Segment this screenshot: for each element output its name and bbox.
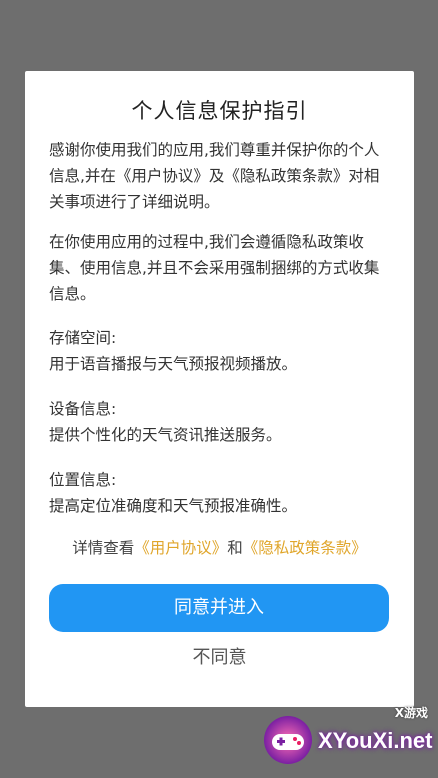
device-label: 设备信息: — [49, 400, 117, 418]
storage-label: 存储空间: — [49, 329, 117, 347]
gamepad-logo-icon — [264, 716, 312, 764]
location-label: 位置信息: — [49, 471, 117, 489]
intro-paragraph: 感谢你使用我们的应用,我们尊重并保护你的个人信息,并在《用户协议》及《隐私政策条… — [49, 141, 380, 211]
device-section: 设备信息: 提供个性化的天气资讯推送服务。 — [49, 396, 392, 448]
links-prefix: 详情查看 — [72, 539, 135, 557]
location-section: 位置信息: 提高定位准确度和天气预报准确性。 — [49, 467, 392, 519]
agree-button[interactable]: 同意并进入 — [49, 584, 389, 632]
device-description: 提供个性化的天气资讯推送服务。 — [49, 426, 282, 444]
policy-links-line: 详情查看《用户协议》和《隐私政策条款》 — [25, 536, 414, 558]
storage-description: 用于语音播报与天气预报视频播放。 — [49, 355, 298, 373]
collection-paragraph: 在你使用应用的过程中,我们会遵循隐私政策收集、使用信息,并且不会采用强制捆绑的方… — [49, 233, 380, 303]
watermark-site-text: XYouXi.net — [318, 728, 433, 753]
dialog-title: 个人信息保护指引 — [131, 99, 308, 123]
watermark-small-text: X游戏 — [394, 706, 428, 720]
user-agreement-link[interactable]: 《用户协议》 — [134, 539, 227, 557]
disagree-button[interactable]: 不同意 — [25, 644, 414, 672]
links-and: 和 — [227, 539, 243, 557]
site-watermark: X游戏 XYouXi.net — [262, 704, 433, 770]
privacy-dialog: 个人信息保护指引 感谢你使用我们的应用,我们尊重并保护你的个人信息,并在《用户协… — [25, 71, 414, 707]
storage-section: 存储空间: 用于语音播报与天气预报视频播放。 — [49, 325, 392, 377]
location-description: 提高定位准确度和天气预报准确性。 — [49, 497, 298, 515]
privacy-policy-link[interactable]: 《隐私政策条款》 — [243, 539, 367, 557]
